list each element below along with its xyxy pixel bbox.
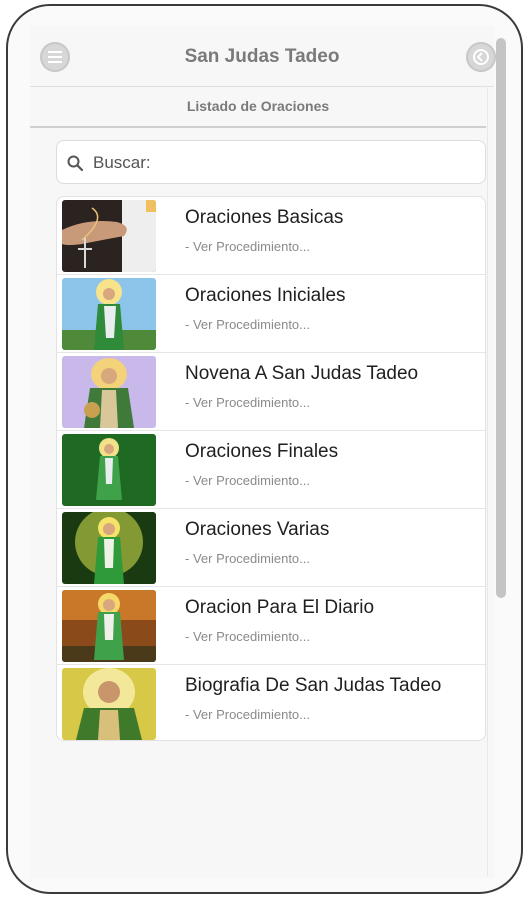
- item-subtitle: - Ver Procedimiento...: [185, 551, 310, 566]
- item-thumbnail: [62, 200, 156, 272]
- item-subtitle: - Ver Procedimiento...: [185, 629, 310, 644]
- list-item[interactable]: Oraciones Varias - Ver Procedimiento...: [57, 509, 485, 587]
- item-title: Novena A San Judas Tadeo: [185, 363, 419, 384]
- prayer-list: Oraciones Basicas - Ver Procedimiento...…: [56, 196, 486, 741]
- item-subtitle: - Ver Procedimiento...: [185, 239, 310, 254]
- item-title: Oraciones Basicas: [185, 207, 344, 228]
- item-thumbnail: [62, 590, 156, 662]
- back-button[interactable]: [466, 42, 496, 72]
- item-thumbnail: [62, 278, 156, 350]
- item-thumbnail: [62, 356, 156, 428]
- item-thumbnail: [62, 434, 156, 506]
- list-item[interactable]: Novena A San Judas Tadeo - Ver Procedimi…: [57, 353, 485, 431]
- back-icon: [473, 49, 489, 65]
- search-bar[interactable]: [56, 140, 486, 184]
- item-title: Biografia De San Judas Tadeo: [185, 675, 442, 696]
- scrollbar[interactable]: [496, 38, 506, 598]
- list-item[interactable]: Oracion Para El Diario - Ver Procedimien…: [57, 587, 485, 665]
- item-title: Oraciones Varias: [185, 519, 330, 540]
- item-subtitle: - Ver Procedimiento...: [185, 473, 310, 488]
- scroll-track: [487, 86, 488, 876]
- item-thumbnail: [62, 668, 156, 740]
- search-icon: [67, 155, 83, 171]
- app-header: San Judas Tadeo: [30, 26, 496, 87]
- page-title: San Judas Tadeo: [184, 46, 340, 67]
- list-item[interactable]: Oraciones Finales - Ver Procedimiento...: [57, 431, 485, 509]
- item-title: Oraciones Iniciales: [185, 285, 346, 306]
- item-title: Oracion Para El Diario: [185, 597, 375, 618]
- section-title: Listado de Oraciones: [186, 98, 330, 114]
- search-input[interactable]: [91, 149, 475, 177]
- item-subtitle: - Ver Procedimiento...: [185, 707, 310, 722]
- item-subtitle: - Ver Procedimiento...: [185, 395, 310, 410]
- item-title: Oraciones Finales: [185, 441, 339, 462]
- section-header: Listado de Oraciones: [30, 87, 486, 128]
- device-frame: San Judas Tadeo Listado de Oraciones Bus…: [6, 4, 523, 894]
- app-screen: San Judas Tadeo Listado de Oraciones Bus…: [30, 26, 506, 878]
- list-item[interactable]: Biografia De San Judas Tadeo - Ver Proce…: [57, 665, 485, 740]
- list-item[interactable]: Oraciones Iniciales - Ver Procedimiento.…: [57, 275, 485, 353]
- list-item[interactable]: Oraciones Basicas - Ver Procedimiento...: [57, 197, 485, 275]
- item-thumbnail: [62, 512, 156, 584]
- item-subtitle: - Ver Procedimiento...: [185, 317, 310, 332]
